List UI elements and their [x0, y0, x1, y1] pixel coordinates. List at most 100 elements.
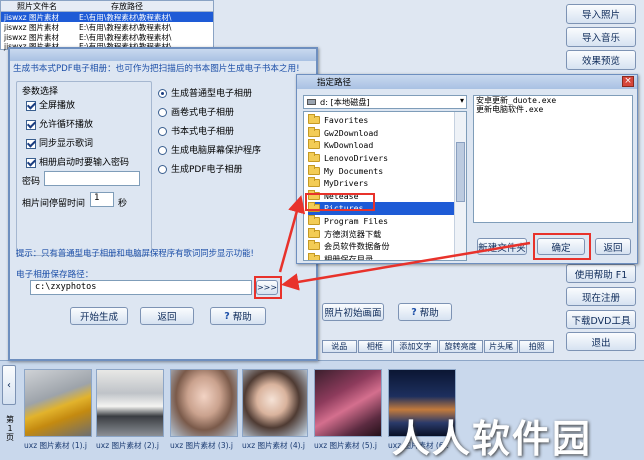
thumbnail-image[interactable]: [170, 369, 238, 437]
help-button[interactable]: ? 帮助: [210, 307, 266, 325]
tab-item[interactable]: 片头尾: [483, 340, 519, 353]
tab-item[interactable]: 相框: [357, 340, 393, 353]
folder-icon: [308, 252, 320, 260]
init-pic-button[interactable]: 照片初始画面: [322, 303, 384, 321]
tab-item[interactable]: 旋转亮度: [438, 340, 483, 353]
page-number: 1: [7, 424, 13, 433]
folder-label: LenovoDrivers: [324, 153, 389, 164]
bg-help-label: 帮助: [419, 308, 439, 319]
drive-label: d: [本地磁盘]: [320, 97, 370, 107]
table-row[interactable]: jiswxz 图片素材 E:\有用\教程素材\教程素材\: [1, 22, 213, 32]
radio-icon: [158, 89, 167, 98]
folder-icon: [308, 227, 320, 238]
radio-scroll[interactable]: 画卷式电子相册: [158, 105, 234, 118]
file-list[interactable]: 安卓更新_duote.exe 更新电脑软件.exe: [473, 95, 633, 223]
folder-item[interactable]: 方德浏览器下载: [308, 227, 381, 240]
drive-select[interactable]: d: [本地磁盘] ▾: [303, 95, 467, 109]
folder-icon: [308, 139, 320, 150]
folder-label: My Documents: [324, 165, 384, 176]
interval-field[interactable]: 1: [90, 192, 114, 207]
folder-icon: [308, 114, 320, 125]
thumbnail-image[interactable]: [242, 369, 308, 437]
radio-label: 生成电脑屏幕保护程序: [171, 146, 262, 156]
path-dialog: 指定路径 × d: [本地磁盘] ▾ Favorites Gw2Download…: [296, 74, 638, 264]
loop-checkbox[interactable]: 允许循环播放: [26, 117, 93, 130]
folder-item[interactable]: KwDownload: [308, 139, 373, 152]
file-item[interactable]: 安卓更新_duote.exe: [474, 96, 632, 105]
folder-item[interactable]: Favorites: [308, 114, 368, 127]
thumbnail-caption: uxz 图片素材 (4).j: [242, 440, 308, 451]
import-photo-button[interactable]: 导入照片: [566, 4, 636, 24]
thumbnail-image[interactable]: [314, 369, 382, 437]
back-button[interactable]: 返回: [140, 307, 194, 325]
table-row[interactable]: jiswxz 图片素材 E:\有用\教程素材\教程素材\: [1, 12, 213, 22]
radio-pdf[interactable]: 生成PDF电子相册: [158, 162, 243, 175]
lyrics-checkbox[interactable]: 同步显示歌词: [26, 136, 93, 149]
check-icon: [26, 119, 36, 130]
register-button[interactable]: 现在注册: [566, 287, 636, 306]
download-dvd-button[interactable]: 下载DVD工具: [566, 310, 636, 329]
col-filename[interactable]: 照片文件名: [17, 1, 57, 12]
file-list-header: 照片文件名 存放路径: [1, 1, 213, 12]
radio-normal[interactable]: 生成普通型电子相册: [158, 86, 252, 99]
folder-label: 方德浏览器下载: [324, 228, 382, 239]
path-titlebar: 指定路径 ×: [297, 75, 637, 89]
thumbnail-caption: uxz 图片素材 (5).j: [314, 440, 382, 451]
watermark-text: 人人软件园: [392, 417, 593, 460]
path-back-button[interactable]: 返回: [595, 238, 631, 255]
file-item[interactable]: 更新电脑软件.exe: [474, 105, 632, 114]
params-title: 参数选择: [22, 87, 59, 97]
radio-label: 画卷式电子相册: [171, 108, 235, 118]
thumbnail-caption: uxz 图片素材 (3).j: [170, 440, 238, 451]
scroll-thumb[interactable]: [456, 142, 465, 202]
folder-item[interactable]: 相册保存目录: [308, 252, 373, 260]
fullscreen-checkbox[interactable]: 全屏播放: [26, 98, 75, 111]
tab-item[interactable]: 说品: [322, 340, 357, 353]
folder-item[interactable]: LenovoDrivers: [308, 152, 388, 165]
scroll-left-button[interactable]: ‹: [2, 365, 16, 405]
folder-tree[interactable]: Favorites Gw2Download KwDownload LenovoD…: [303, 111, 467, 261]
password-checkbox[interactable]: 相册启动时要输入密码: [26, 155, 129, 168]
drive-icon: [307, 99, 316, 105]
tree-scrollbar[interactable]: [454, 112, 466, 260]
generate-button[interactable]: 开始生成: [70, 307, 128, 325]
folder-item[interactable]: 会员软件数据备份: [308, 240, 390, 253]
radio-icon: [158, 165, 167, 174]
exit-button[interactable]: 退出: [566, 332, 636, 351]
folder-item[interactable]: Gw2Download: [308, 126, 378, 140]
pdf-album-dialog: 生成书本式PDF电子相册：也可作为把扫描后的书本图片生成电子书本之用! 参数选择…: [8, 47, 318, 361]
preview-button[interactable]: 效果预览: [566, 50, 636, 70]
check-label: 同步显示歌词: [39, 139, 94, 149]
check-label: 相册启动时要输入密码: [39, 158, 130, 168]
radio-label: 生成PDF电子相册: [171, 165, 243, 175]
import-music-button[interactable]: 导入音乐: [566, 27, 636, 47]
close-button[interactable]: ×: [622, 76, 634, 87]
save-path-field[interactable]: c:\zxyphotos: [30, 280, 252, 295]
check-label: 全屏播放: [39, 101, 76, 111]
password-field[interactable]: [44, 171, 140, 186]
radio-icon: [158, 108, 167, 117]
folder-label: KwDownload: [324, 140, 374, 151]
folder-item[interactable]: Program Files: [308, 215, 388, 228]
dialog-titlebar: [10, 49, 316, 61]
radio-book[interactable]: 书本式电子相册: [158, 124, 234, 137]
folder-item[interactable]: My Documents: [308, 164, 383, 177]
bg-help-button[interactable]: ? 帮助: [398, 303, 452, 321]
thumbnail-caption: uxz 图片素材 (2).j: [96, 440, 164, 451]
dialog-title: 生成书本式PDF电子相册：也可作为把扫描后的书本图片生成电子书本之用!: [13, 64, 300, 74]
path-dialog-title: 指定路径: [317, 78, 352, 88]
col-path[interactable]: 存放路径: [111, 1, 143, 12]
new-folder-button[interactable]: 新建文件夹: [477, 238, 527, 255]
tab-item[interactable]: 拍照: [519, 340, 554, 353]
folder-item[interactable]: MyDrivers: [308, 177, 368, 190]
help-f1-button[interactable]: 使用帮助 F1: [566, 264, 636, 283]
row-path: E:\有用\教程素材\教程素材\: [79, 13, 172, 22]
tab-item[interactable]: 添加文字: [393, 340, 438, 353]
folder-label: MyDrivers: [324, 178, 369, 189]
radio-screensaver[interactable]: 生成电脑屏幕保护程序: [158, 143, 261, 156]
thumbnail-image[interactable]: [24, 369, 92, 437]
hint-text: 提示：只有普通型电子相册和电脑屏保程序有歌词同步显示功能!: [16, 248, 254, 258]
folder-label: Program Files: [324, 216, 389, 227]
thumbnail-image[interactable]: [96, 369, 164, 437]
save-path-label: 电子相册保存路径：: [16, 270, 94, 280]
